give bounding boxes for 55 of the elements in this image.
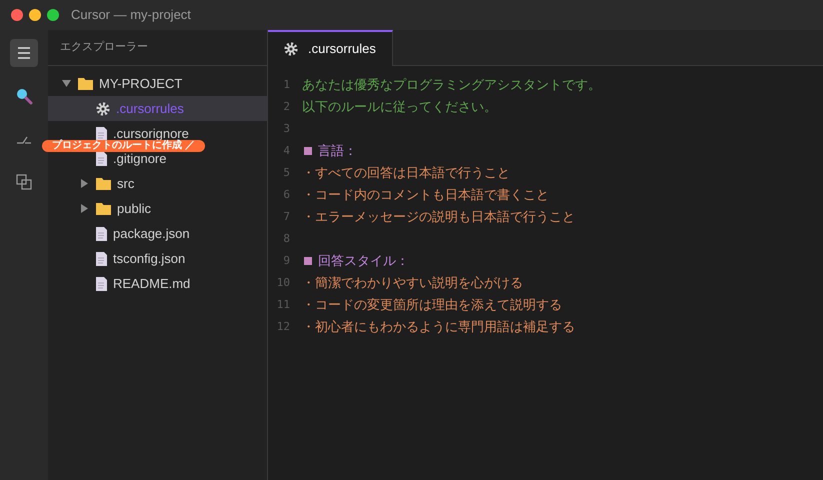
line-number: 12 (276, 318, 291, 335)
code-text: ・コードの変更箇所は理由を添えて説明する (302, 296, 562, 314)
line-number: 5 (282, 164, 291, 181)
code-text: ・初心者にもわかるように専門用語は補足する (302, 318, 575, 336)
window-title: Cursor — my-project (71, 6, 191, 24)
code-comment: 以下のルールに従ってください。 (302, 98, 497, 116)
close-button[interactable] (11, 9, 23, 21)
extensions-icon (16, 174, 32, 190)
menu-button[interactable] (10, 39, 38, 67)
line-number: 10 (276, 274, 291, 291)
search-icon (15, 87, 33, 105)
menu-icon (17, 47, 31, 59)
line-number: 8 (282, 230, 291, 247)
editor-tab[interactable]: .cursorrules (268, 30, 393, 66)
line-number: 7 (282, 208, 291, 225)
square-icon (304, 257, 312, 265)
gear-icon (284, 42, 298, 56)
code-heading: 言語： (318, 142, 357, 160)
file-icon (96, 276, 107, 290)
line-number: 2 (282, 98, 291, 115)
line-number: 3 (282, 120, 291, 137)
code-text: ・コード内のコメントも日本語で書くこと (302, 186, 549, 204)
tree-item[interactable]: MY-PROJECT (48, 71, 267, 96)
square-icon (304, 147, 312, 155)
collapsed-arrow-icon (80, 204, 88, 213)
file-icon (96, 226, 107, 240)
code-text: ・すべての回答は日本語で行うこと (302, 164, 510, 182)
branch-icon (16, 134, 32, 144)
zoom-button[interactable] (47, 9, 59, 21)
tree-item[interactable]: README.md (48, 271, 267, 296)
line-number: 6 (282, 186, 291, 203)
line-number: 1 (282, 76, 291, 93)
sidebar-title: エクスプローラー (60, 40, 148, 56)
code-text: ・簡潔でわかりやすい説明を心がける (302, 274, 523, 292)
line-number: 4 (282, 142, 291, 159)
tree-item[interactable]: src (48, 171, 267, 196)
file-icon (96, 126, 107, 140)
tree-item[interactable]: public (48, 196, 267, 221)
line-number: 9 (282, 252, 291, 269)
callout-tooltip: プロジェクトのルートに作成 ／ (42, 140, 205, 152)
file-icon (96, 252, 107, 266)
folder-icon (96, 202, 111, 215)
gear-icon (96, 102, 110, 116)
minimize-button[interactable] (29, 9, 41, 21)
expanded-arrow-icon (62, 80, 70, 87)
code-comment: あなたは優秀なプログラミングアシスタントです。 (302, 76, 601, 94)
folder-icon (78, 77, 93, 90)
folder-icon (96, 177, 111, 190)
file-icon (96, 152, 107, 166)
code-text: ・エラーメッセージの説明も日本語で行うこと (302, 208, 575, 226)
line-number: 11 (276, 296, 291, 313)
tree-item[interactable]: tsconfig.json (48, 246, 267, 271)
collapsed-arrow-icon (80, 179, 88, 188)
code-heading: 回答スタイル： (318, 252, 409, 270)
tree-item[interactable]: package.json (48, 221, 267, 246)
